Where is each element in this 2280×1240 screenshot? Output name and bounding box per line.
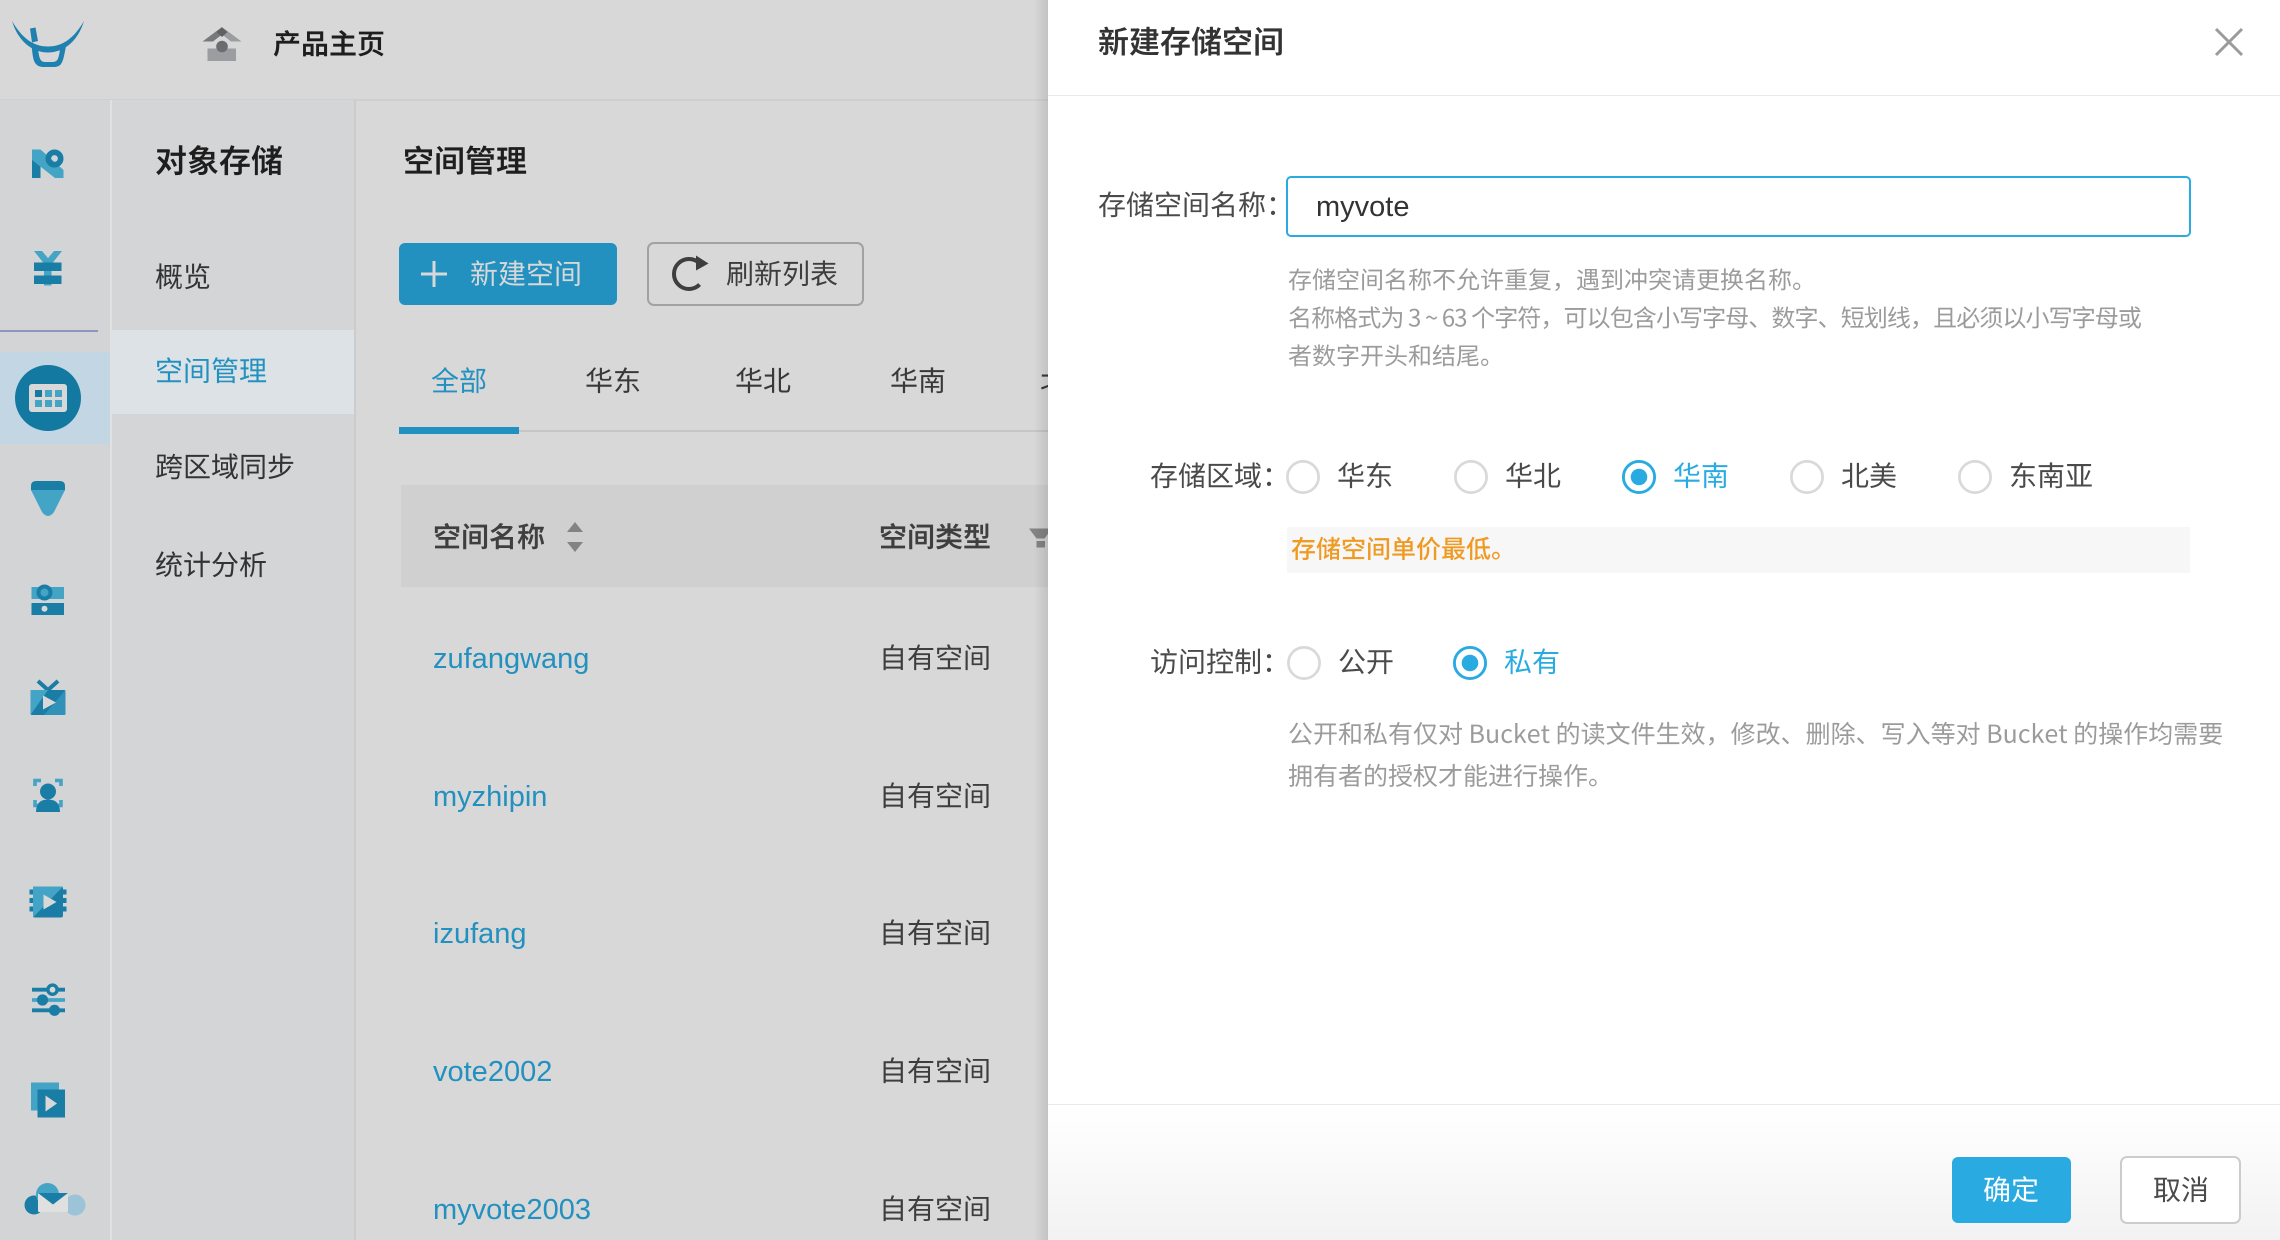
svg-text:myvote2003: myvote2003: [433, 1194, 591, 1226]
svg-text:myvote: myvote: [1316, 191, 1409, 223]
svg-text:zufangwang: zufangwang: [433, 643, 589, 675]
svg-text:myzhipin: myzhipin: [433, 781, 547, 813]
svg-text:izufang: izufang: [433, 918, 527, 950]
svg-text:vote2002: vote2002: [433, 1056, 552, 1088]
